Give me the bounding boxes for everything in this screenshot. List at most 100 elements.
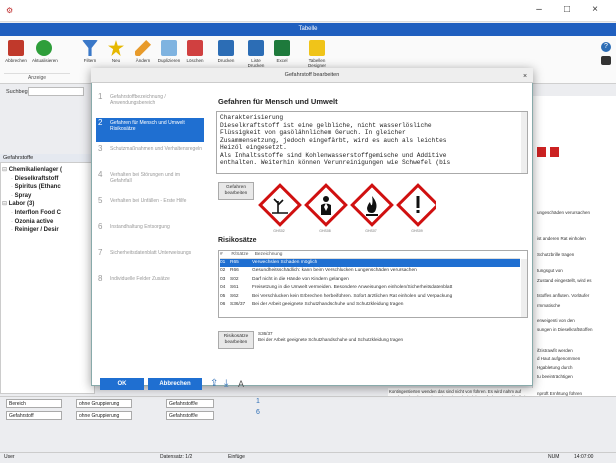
tree-item-label: Spray	[14, 192, 32, 199]
detail-line: tungsgut von	[537, 268, 563, 273]
tree-item[interactable]: · Ozonia active	[11, 218, 53, 226]
search-input[interactable]	[28, 87, 84, 96]
text-line: Flüssigkeit von gasölähnlichem Geruch. I…	[220, 129, 406, 136]
ghs-pictograms	[258, 183, 436, 227]
wizard-step[interactable]: 2 Gefahren für Mensch und Umwelt Risikosä…	[96, 118, 204, 142]
text-format-icon[interactable]: A	[238, 378, 252, 390]
wizard-step[interactable]: 1 Gefahrstoffbezeichnung / Anwendungsbere…	[96, 92, 204, 116]
filter-value-select[interactable]: Gefahrstoff/e	[166, 411, 214, 420]
risk-table-scrollbar[interactable]	[521, 259, 527, 317]
help-icon[interactable]: ?	[601, 42, 611, 52]
risk-cell-n: 01	[220, 260, 226, 265]
ghs-label: GHS07	[365, 229, 377, 233]
risk-cell-desc: Verwechslen Schaden möglich	[252, 260, 318, 265]
risk-cell-desc: Bei Verschlucken kein Erbrechen herbeifü…	[252, 293, 453, 299]
detail-line: rmmatische	[537, 303, 561, 308]
risk-cell-desc: Gesundheitsschädlich: kann beim Verschlu…	[252, 268, 417, 274]
pencil-icon	[135, 40, 151, 56]
textarea-scrollbar[interactable]	[521, 112, 527, 173]
risk-cell-desc: Darf nicht in die Hände von Kindern gela…	[252, 276, 349, 282]
detail-line: sungen in Dieselkraftstoffen	[537, 327, 593, 332]
filter-field-select[interactable]: Bereich	[6, 399, 62, 408]
tree-item-label: Reiniger / Desir	[14, 227, 59, 234]
ghs-environment-pictogram	[258, 183, 302, 227]
close-button[interactable]: ×	[584, 3, 606, 17]
risk-cell-n: 04	[220, 285, 226, 291]
status-time: 14:07:00	[574, 454, 594, 460]
wizard-step[interactable]: 8 Individuelle Felder Zusätze	[96, 274, 204, 298]
section-title: Gefahren für Mensch und Umwelt	[218, 97, 338, 106]
counter-1: 1	[256, 398, 260, 405]
designer-icon	[309, 40, 325, 56]
title-bar	[0, 0, 616, 22]
tree-item[interactable]: · Dieselkraftstoff	[11, 175, 58, 183]
risk-row[interactable]: 03 S02 Darf nicht in die Hände von Kindern…	[220, 276, 520, 284]
filter-group-select[interactable]: ohne Gruppierung	[76, 411, 132, 420]
detail-line: Zustand eingestellt, wird es	[537, 278, 592, 283]
risk-cell-desc: Freisetzung in die Umwelt vermeiden. Bes…	[252, 285, 453, 291]
dialog-title: Gefahrstoff bearbeiten	[91, 68, 533, 83]
risk-cell-code: S61	[230, 285, 239, 291]
step-number: 6	[98, 222, 103, 231]
cancel-ribbon-button[interactable]: Abbrechen	[4, 40, 28, 72]
upload-icon[interactable]: ⇪	[210, 378, 222, 390]
wizard-step[interactable]: 3 Schutzmaßnahmen und Verhaltensregeln	[96, 144, 204, 168]
camera-icon[interactable]	[601, 56, 611, 65]
download-icon[interactable]: ⤓	[224, 378, 236, 390]
wizard-step[interactable]: 5 Verhalten bei Unfällen - Erste Hilfe	[96, 196, 204, 220]
detail-line: ist anderen Rat einholen	[537, 236, 586, 241]
tree-item-label: Spiritus (Ethanc	[14, 184, 61, 191]
risk-cell-code: S62	[230, 293, 239, 299]
tree-item-label: Ozonia active	[14, 218, 54, 225]
risk-row[interactable]: 02 R66 Gesundheitsschädlich: kann beim Ver…	[220, 267, 520, 275]
tree-item[interactable]: · Spiritus (Ethanc	[11, 183, 61, 191]
ghs-exclamation-pictogram	[396, 183, 436, 227]
wizard-step[interactable]: 7 Sicherheitsdatenblatt Unterweisungs	[96, 248, 204, 272]
risk-row[interactable]: 05 S62 Bei Verschlucken kein Erbrechen her…	[220, 293, 520, 301]
detail-line: erweigenti von den	[537, 318, 575, 323]
text-line: Als Inhaltsstoffe sind Kohlenwasserstoff…	[220, 151, 447, 159]
folder-icon: ⊟	[2, 167, 9, 173]
detail-line: d Haut aufgenommen	[537, 356, 581, 361]
status-num: NUM	[548, 454, 560, 460]
risk-row[interactable]: 01 R65 Verwechslen Schaden möglich	[220, 259, 520, 267]
tree-item[interactable]: · Reiniger / Desir	[11, 226, 59, 234]
step-number: 4	[98, 170, 103, 179]
pdf-icons[interactable]	[537, 147, 567, 157]
tree-item[interactable]: ⊟ Chemikalienlager (	[2, 166, 62, 174]
risk-detail: S36/37 Bei der Arbeit geeignete Schutzha…	[258, 331, 403, 343]
step-label: Individuelle Felder Zusätze	[110, 276, 170, 282]
refresh-icon	[36, 40, 52, 56]
step-label: Verhalten bei Störungen und im Gefahrfal…	[110, 172, 181, 184]
edit-hazards-button[interactable]: Gefahren bearbeiten	[218, 182, 254, 200]
filter-group-select[interactable]: ohne Gruppierung	[76, 399, 132, 408]
minimize-button[interactable]: –	[528, 3, 550, 17]
printer-icon	[248, 40, 264, 56]
cancel-button[interactable]: Abbrechen	[148, 378, 202, 390]
status-record: Datensatz: 1/2	[160, 454, 193, 460]
wizard-step[interactable]: 4 Verhalten bei Störungen und im Gefahrfa…	[96, 170, 204, 194]
folder-icon: ⊟	[2, 201, 9, 208]
refresh-ribbon-button[interactable]: Aktualisieren	[32, 40, 58, 72]
risk-row[interactable]: 06 S36/37 Bei der Arbeit geeignete Schutzh…	[220, 301, 520, 309]
app-logo-icon: ⚙	[6, 6, 14, 15]
risk-col-code: R/Sätze	[231, 252, 249, 257]
tree-item[interactable]: ⊟ Labor (3)	[2, 200, 34, 208]
tree-item[interactable]: · Spray	[11, 192, 31, 200]
maximize-button[interactable]: □	[556, 3, 578, 17]
risk-row[interactable]: 04 S61 Freisetzung in die Umwelt vermeiden…	[220, 284, 520, 292]
ok-button[interactable]: OK	[100, 378, 144, 390]
detail-line: tstoffes anfluten. Vorläufer	[537, 293, 590, 298]
filter-field-select[interactable]: Gefahrstoff	[6, 411, 62, 420]
dialog-close-button[interactable]: ×	[520, 72, 530, 81]
risk-col-desc: Bezeichnung	[254, 252, 283, 257]
tree-item[interactable]: · Interflon Food C	[11, 209, 61, 217]
filter-value-select[interactable]: Gefahrstoff/e	[166, 399, 214, 408]
tree-item-label: Interflon Food C	[14, 210, 61, 216]
wizard-step[interactable]: 6 Instandhaltung Entsorgung	[96, 222, 204, 246]
status-bar	[0, 452, 616, 463]
edit-risks-button[interactable]: Risikosätze bearbeiten	[218, 331, 254, 349]
ghs-label: GHS09	[411, 229, 423, 233]
left-panel-header: Gefahrstoffe	[0, 154, 95, 163]
hazard-description-textarea[interactable]: Charakterisierung Dieselkraftstoff ist ei…	[216, 111, 528, 174]
